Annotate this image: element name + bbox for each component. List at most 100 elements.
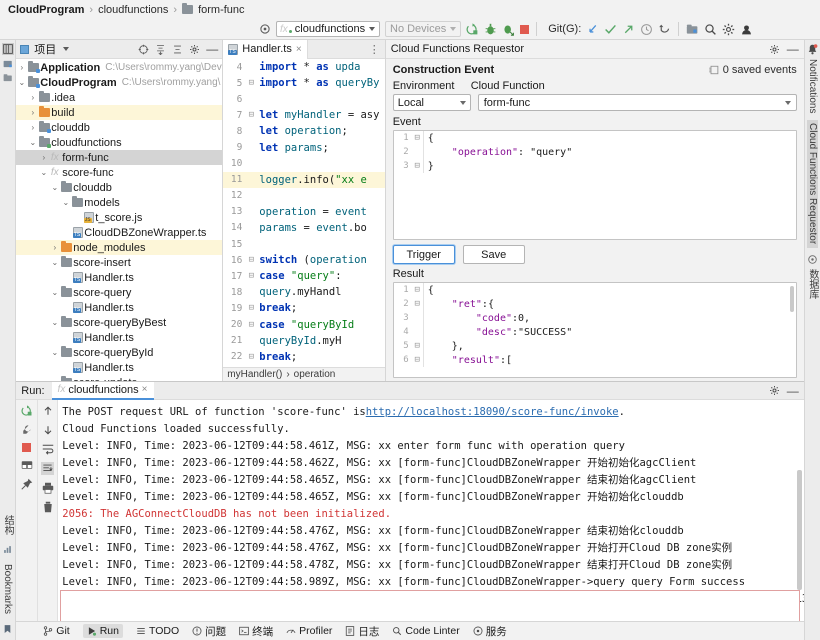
tree-node-t-score-js[interactable]: JS t_score.js [16,210,222,225]
tree-node-models[interactable]: ⌄ models [16,195,222,210]
right-rail-database-tab[interactable]: 数据库 [805,266,820,302]
commit-tab-icon[interactable] [3,59,13,69]
fold-marker-icon[interactable]: ⊟ [246,320,256,330]
status-item-todo[interactable]: TODO [136,625,179,637]
json-fold-icon[interactable]: ⊟ [412,285,423,295]
breadcrumb-form-func[interactable]: form-func [198,4,244,16]
tree-node-clouddb[interactable]: ⌄ clouddb [16,180,222,195]
fold-marker-icon[interactable]: ⊟ [246,271,256,281]
chevron-down-icon[interactable]: ⌄ [49,183,60,192]
chevron-down-icon[interactable]: ⌄ [49,258,60,267]
settings-icon[interactable] [722,23,735,36]
status-item--[interactable]: 服务 [473,624,507,639]
fold-marker-icon[interactable]: ⊟ [246,78,256,88]
debug-icon[interactable] [484,23,497,36]
print-icon[interactable] [42,482,54,494]
database-icon[interactable] [807,254,818,265]
tree-node-clouddb[interactable]: › clouddb [16,120,222,135]
tree-node-clouddbzonewrapper-ts[interactable]: TS CloudDBZoneWrapper.ts [16,225,222,240]
chevron-right-icon[interactable]: › [16,63,27,72]
json-fold-icon[interactable]: ⊟ [412,355,423,365]
tree-node-score-update[interactable]: ⌄ score-update [16,375,222,381]
chevron-down-icon[interactable]: ⌄ [49,348,60,357]
status-item-code-linter[interactable]: Code Linter [392,625,460,637]
git-revert-icon[interactable] [658,23,671,36]
requestor-minimize-icon[interactable]: — [787,42,799,56]
status-item-profiler[interactable]: Profiler [286,625,332,637]
settings-wrench-icon[interactable] [21,424,33,436]
git-commit-icon[interactable] [604,23,617,36]
stop-process-icon[interactable] [22,443,32,452]
status-item--[interactable]: 终端 [239,624,273,639]
close-icon[interactable]: × [296,44,302,55]
hide-panel-icon[interactable]: — [206,42,218,56]
stop-icon[interactable] [520,24,530,34]
console-link[interactable]: http://localhost:18090/score-func/invoke [366,406,619,418]
tree-node-score-func[interactable]: ⌄ fx score-func [16,165,222,180]
scroll-up-icon[interactable] [42,405,54,417]
console-view-icon[interactable] [21,459,33,471]
tree-node-handler-ts[interactable]: TS Handler.ts [16,300,222,315]
fold-marker-icon[interactable]: ⊟ [246,110,256,120]
tree-node-application[interactable]: › Application C:\Users\rommy.yang\Dev [16,60,222,75]
git-history-icon[interactable] [640,23,653,36]
console-gear-icon[interactable] [769,385,780,396]
chevron-right-icon[interactable]: › [49,243,60,252]
save-button[interactable]: Save [462,245,525,264]
expand-all-icon[interactable] [155,44,166,55]
tree-node-node-modules[interactable]: › node_modules [16,240,223,255]
chevron-down-icon[interactable]: ⌄ [27,138,38,147]
run-configuration-selector[interactable]: fx cloudfunctions [276,21,380,37]
tree-node-handler-ts[interactable]: TS Handler.ts [16,330,222,345]
result-json-viewer[interactable]: 1 ⊟{2 ⊟ "ret":{3 "code":0, 4 "desc":"SUCCES… [392,282,797,378]
breadcrumb-cloudfunctions[interactable]: cloudfunctions [98,4,168,16]
account-icon[interactable] [740,23,753,36]
tree-node-score-insert[interactable]: ⌄ score-insert [16,255,222,270]
search-icon[interactable] [704,23,717,36]
chevron-down-icon[interactable]: ⌄ [49,318,60,327]
environment-select[interactable]: Local [392,94,471,111]
scroll-from-source-icon[interactable] [138,44,149,55]
left-rail-bookmarks-tab[interactable]: Bookmarks [2,561,13,617]
scroll-down-icon[interactable] [42,424,54,436]
run-icon[interactable] [466,22,479,36]
fold-marker-icon[interactable]: ⊟ [246,303,256,313]
panel-settings-gear-icon[interactable] [189,44,200,55]
chevron-right-icon[interactable]: › [27,93,38,102]
left-rail-structure-tab[interactable]: 结构 [0,512,15,538]
requestor-gear-icon[interactable] [769,44,780,55]
chevron-right-icon[interactable]: › [27,123,38,132]
settings-gear-icon[interactable] [259,23,271,35]
cloud-function-select[interactable]: form-func [477,94,797,111]
fold-marker-icon[interactable]: ⊟ [246,352,256,362]
status-item-run[interactable]: Run [82,624,123,638]
project-tab-icon[interactable] [1,43,14,55]
fold-marker-icon[interactable]: ⊟ [246,255,256,265]
chevron-down-icon-project[interactable] [63,47,70,51]
code-area[interactable]: 4 import * as upda 5 ⊟ import * as queryBy 6 7… [223,59,385,367]
clear-all-icon[interactable] [42,501,54,513]
breadcrumb-function[interactable]: myHandler() [227,369,282,380]
right-rail-cloud-functions-requestor-tab[interactable]: Cloud Functions Requestor [806,120,818,248]
project-structure-icon[interactable] [686,23,699,36]
tree-node-handler-ts[interactable]: TS Handler.ts [16,360,222,375]
close-icon-console[interactable]: × [142,384,148,395]
rerun-icon[interactable] [21,405,33,417]
chevron-right-icon[interactable]: › [27,108,38,117]
editor-tab-handler-ts[interactable]: TS Handler.ts × [223,39,308,59]
event-json-editor[interactable]: 1 ⊟{2 "operation": "query" 3 ⊟} [392,130,797,240]
tree-node-score-querybyid[interactable]: ⌄ score-queryById [16,345,222,360]
chevron-down-icon[interactable]: ⌄ [60,198,71,207]
status-item--[interactable]: 日志 [345,624,379,639]
project-tree[interactable]: › Application C:\Users\rommy.yang\Dev ⌄ Clou… [16,59,223,381]
tree-node-score-querybybest[interactable]: ⌄ score-queryByBest [16,315,222,330]
result-scrollbar[interactable] [789,286,794,312]
json-fold-icon[interactable]: ⊟ [412,299,423,309]
collapse-all-icon[interactable] [172,44,183,55]
console-scrollbar[interactable] [796,470,802,590]
trigger-button[interactable]: Trigger [392,245,455,264]
structure-tab-icon[interactable] [3,73,13,83]
chevron-down-icon[interactable]: ⌄ [49,288,60,297]
pin-icon[interactable] [20,478,33,490]
notifications-bell-icon[interactable] [807,44,818,55]
